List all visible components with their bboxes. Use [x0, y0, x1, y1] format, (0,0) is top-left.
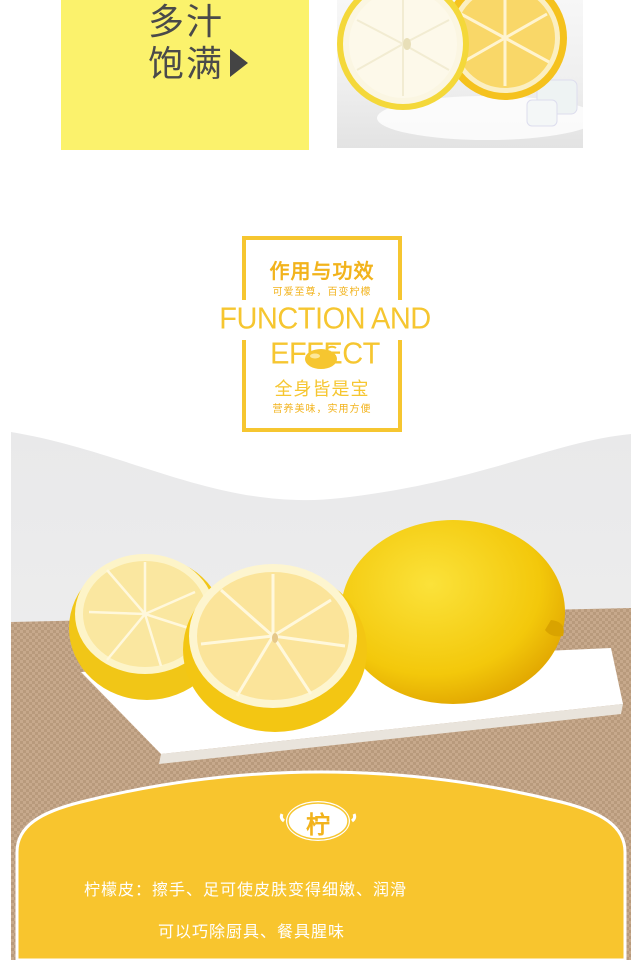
play-arrow-icon — [230, 49, 249, 77]
lemon-icon — [305, 345, 337, 369]
section-title-cn: 作用与功效 — [269, 259, 375, 283]
card-description-line-2: 可以巧除厨具、餐具腥味 — [158, 922, 346, 941]
section-slogan: 全身皆是宝 — [274, 379, 370, 400]
sliced-lemon-photo — [337, 0, 583, 148]
section-slogan-sub: 营养美味，实用方便 — [272, 404, 372, 415]
feature-line-1: 多汁 — [148, 2, 225, 43]
sliced-lemon-illustration — [337, 0, 583, 140]
feature-line-2-text: 饱满 — [148, 44, 225, 85]
section-subtitle-cn: 可爱至尊，百变柠檬 — [272, 287, 372, 298]
feature-line-2: 饱满 — [148, 44, 249, 86]
feature-text: 多汁 饱满 — [148, 2, 249, 86]
card-description-line-1: 柠檬皮：擦手、足可使皮肤变得细嫩、润滑 — [84, 880, 408, 899]
char-badge-text: 柠 — [306, 810, 330, 839]
